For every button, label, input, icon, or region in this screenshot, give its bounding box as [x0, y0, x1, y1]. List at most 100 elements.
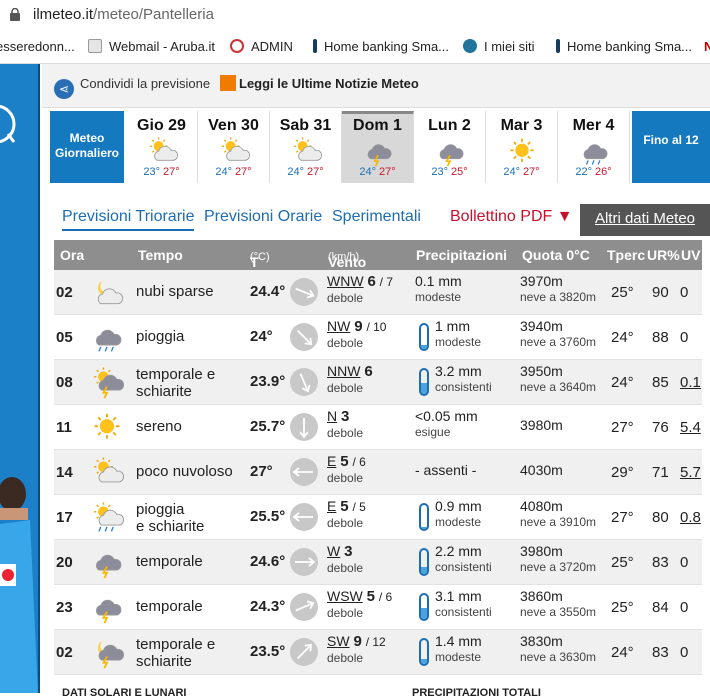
- temperature: 24°: [250, 328, 273, 345]
- wind-direction-icon: [290, 593, 318, 621]
- day-temps: 23° 25°: [431, 166, 468, 178]
- news-link[interactable]: Leggi le Ultime Notizie Meteo: [220, 75, 419, 91]
- day-tab-7[interactable]: Mer 4 22° 26°: [558, 111, 630, 183]
- bollettino-pdf-link[interactable]: Bollettino PDF ▼: [450, 208, 573, 226]
- uv-index: 0: [680, 599, 689, 616]
- altri-dati-meteo-button[interactable]: Altri dati Meteo: [580, 204, 710, 236]
- day-tab-1[interactable]: Gio 29 23° 27°: [126, 111, 198, 183]
- bookmark-item[interactable]: Home banking Sma...: [313, 39, 449, 54]
- partly-cloudy-icon: [145, 137, 179, 165]
- tab-previsioni-triorarie[interactable]: Previsioni Triorarie: [62, 208, 195, 231]
- weather-description: temporale e schiarite: [136, 636, 216, 670]
- humidity: 80: [652, 509, 669, 526]
- uv-index: 0: [680, 284, 689, 301]
- section-dati-solari: DATI SOLARI E LUNARI: [62, 687, 187, 696]
- table-row: 17 pioggia e schiarite 25.5° E 5 / 5 debol…: [54, 495, 702, 540]
- tab-sperimentali[interactable]: Sperimentali: [332, 208, 421, 226]
- perceived-temperature: 27°: [611, 509, 634, 526]
- fino-al-12-button[interactable]: Fino al 12: [632, 111, 710, 183]
- share-bar: ⋖ Condividi la previsione Leggi le Ultime…: [42, 64, 710, 108]
- day-name: Dom 1: [353, 117, 402, 134]
- humidity: 88: [652, 329, 669, 346]
- table-row: 05 pioggia 24° NW 9 / 10 debole 1 mm modes…: [54, 315, 702, 360]
- day-tab-5[interactable]: Lun 2 23° 25°: [414, 111, 486, 183]
- temperature: 23.5°: [250, 643, 286, 660]
- section-precipitazioni-totali: PRECIPITAZIONI TOTALI: [412, 687, 541, 696]
- precipitation: <0.05 mm esigue: [415, 408, 478, 440]
- precipitation: 3.1 mm consistenti: [435, 588, 492, 620]
- temperature: 27°: [250, 463, 273, 480]
- perceived-temperature: 27°: [611, 419, 634, 436]
- uv-index: 0: [680, 644, 689, 661]
- bookmark-item[interactable]: Home banking Sma...: [556, 39, 692, 54]
- tab-previsioni-orarie[interactable]: Previsioni Orarie: [204, 208, 322, 226]
- temperature: 25.5°: [250, 508, 286, 525]
- row-hour: 02: [56, 284, 73, 301]
- rain-icon: [577, 137, 611, 165]
- day-name: Sab 31: [279, 117, 332, 134]
- wind-info: E 5 / 5 debole: [327, 498, 366, 531]
- share-button[interactable]: ⋖ Condividi la previsione: [54, 76, 210, 99]
- bookmark-item[interactable]: I miei siti: [463, 39, 535, 54]
- sun-icon: [505, 137, 539, 165]
- uv-index[interactable]: 5.4: [680, 419, 701, 436]
- wind-info: NNW 6 debole: [327, 363, 373, 396]
- temperature: 24.4°: [250, 283, 286, 300]
- forecast-tabs: Previsioni Triorarie Previsioni Orarie S…: [62, 204, 710, 240]
- uv-index[interactable]: 5.7: [680, 464, 701, 481]
- partly-cloudy-icon: [90, 457, 125, 487]
- wind-direction-icon: [290, 278, 318, 306]
- admin-icon: [230, 39, 244, 53]
- share-icon: ⋖: [54, 79, 74, 99]
- bank-icon: [556, 39, 560, 53]
- table-row: 23 temporale 24.3° WSW 5 / 6 debole 3.1 m…: [54, 585, 702, 630]
- day-temps: 22° 26°: [575, 166, 612, 178]
- meteo-giornaliero-button[interactable]: Meteo Giornaliero: [50, 111, 124, 183]
- bookmark-item[interactable]: Webmail - Aruba.it: [88, 39, 215, 54]
- uv-index: 0: [680, 554, 689, 571]
- row-hour: 20: [56, 554, 73, 571]
- partly-cloudy-icon: [289, 137, 323, 165]
- day-tab-6[interactable]: Mar 3 24° 27°: [486, 111, 558, 183]
- precipitation: - assenti -: [415, 462, 477, 478]
- sun-rain-icon: [90, 502, 125, 532]
- overflow-bookmark[interactable]: N: [704, 39, 710, 54]
- wind-info: WSW 5 / 6 debole: [327, 588, 393, 621]
- day-tab-2[interactable]: Ven 30 24° 27°: [198, 111, 270, 183]
- freezing-level: 4080m neve a 3910m: [520, 498, 597, 530]
- row-hour: 11: [56, 419, 72, 436]
- day-tab-4[interactable]: Dom 1 24° 27°: [342, 111, 414, 183]
- wind-direction-icon: [290, 458, 318, 486]
- uv-index[interactable]: 0.8: [680, 509, 701, 526]
- perceived-temperature: 25°: [611, 554, 634, 571]
- wind-info: WNW 6 / 7 debole: [327, 273, 394, 306]
- day-tab-3[interactable]: Sab 31 24° 27°: [270, 111, 342, 183]
- bookmark-item[interactable]: esseredonn...: [0, 39, 75, 54]
- freezing-level: 3980m: [520, 417, 563, 433]
- day-name: Ven 30: [208, 117, 259, 134]
- table-row: 02 nubi sparse 24.4° WNW 6 / 7 debole 0.1…: [54, 270, 702, 315]
- weather-description: pioggia e schiarite: [136, 501, 205, 535]
- freezing-level: 3970m neve a 3820m: [520, 273, 597, 305]
- precipitation: 0.1 mm modeste: [415, 273, 462, 305]
- uv-index[interactable]: 0.1: [680, 374, 701, 391]
- address-bar[interactable]: ilmeteo.it/meteo/Pantelleria: [0, 0, 710, 30]
- humidity: 71: [652, 464, 669, 481]
- side-banner[interactable]: [0, 64, 40, 693]
- wind-info: W 3 debole: [327, 543, 364, 576]
- humidity: 85: [652, 374, 669, 391]
- col-temperatura: T (°C): [250, 251, 270, 270]
- precipitation-gauge: [419, 548, 429, 576]
- col-ora: Ora: [60, 247, 85, 263]
- precipitation-gauge: [419, 368, 429, 396]
- bookmark-item[interactable]: ADMIN: [230, 39, 293, 54]
- row-hour: 14: [56, 464, 73, 481]
- col-uv: UV: [681, 247, 701, 263]
- thunder-sun-icon: [90, 367, 125, 399]
- freezing-level: 3940m neve a 3760m: [520, 318, 597, 350]
- row-hour: 05: [56, 329, 73, 346]
- wind-direction-icon: [290, 638, 318, 666]
- news-icon: [220, 75, 236, 91]
- day-name: Mer 4: [572, 117, 615, 134]
- precipitation-gauge: [419, 323, 429, 351]
